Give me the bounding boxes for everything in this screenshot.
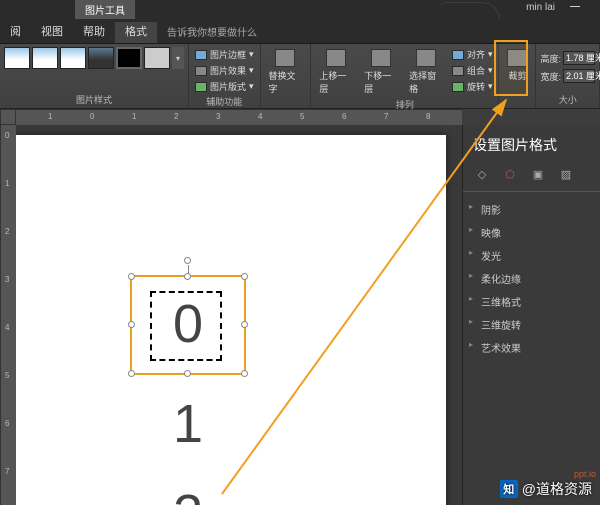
resize-handle-br[interactable] (241, 370, 248, 377)
alt-text-icon (275, 49, 295, 67)
rotate-icon (452, 82, 464, 92)
send-backward-button[interactable]: 下移一层 (360, 47, 401, 97)
title-bar: 图片工具 min lai (0, 0, 600, 22)
rotate-handle[interactable] (184, 257, 191, 264)
zhihu-author: @道格资源 (522, 479, 592, 499)
resize-handle-tl[interactable] (128, 273, 135, 280)
border-icon (195, 50, 207, 60)
tell-me-input[interactable]: 告诉我你想要做什么 (157, 20, 267, 43)
picture-border-button[interactable]: 图片边框 ▾ (193, 47, 256, 62)
bring-forward-button[interactable]: 上移一层 (315, 47, 356, 97)
image-selection[interactable]: 0 (130, 275, 246, 375)
zhihu-watermark: 知 @道格资源 (500, 479, 592, 499)
pane-item[interactable]: 三维格式 (463, 290, 600, 313)
group-alt-text: 替换文字 (261, 44, 312, 108)
group-size: 高度:1.78 厘米 宽度:2.01 厘米 大小 (536, 44, 600, 108)
picture-styles-gallery[interactable]: ▾ (4, 47, 184, 69)
group-label-styles: 图片样式 (4, 92, 184, 107)
pane-section-list: 阴影映像发光柔化边缘三维格式三维旋转艺术效果 (463, 192, 600, 365)
backward-icon (371, 49, 391, 67)
pane-tab-size-icon[interactable]: ▣ (529, 165, 547, 183)
style-thumb-4[interactable] (88, 47, 114, 69)
window-minimize-icon[interactable] (570, 6, 580, 7)
style-thumb-5[interactable] (116, 47, 142, 69)
forward-icon (326, 49, 346, 67)
tab-format[interactable]: 格式 (115, 19, 157, 43)
style-thumb-1[interactable] (4, 47, 30, 69)
pane-tab-effects-icon[interactable]: ⬠ (501, 165, 519, 183)
content-digit-0: 0 (132, 293, 244, 355)
alt-text-button[interactable]: 替换文字 (265, 47, 307, 97)
pane-item[interactable]: 柔化边缘 (463, 267, 600, 290)
group-picture-styles: ▾ 图片样式 (0, 44, 189, 108)
ruler-vertical[interactable]: 01234567 (0, 125, 16, 505)
resize-handle-b[interactable] (184, 370, 191, 377)
ribbon: ▾ 图片样式 图片边框 ▾ 图片效果 ▾ 图片版式 ▾ 辅助功能 替换文字 上移… (0, 44, 600, 109)
resize-handle-tr[interactable] (241, 273, 248, 280)
crop-icon (507, 49, 527, 67)
group-button[interactable]: 组合 ▾ (450, 63, 495, 78)
document-canvas[interactable]: 0 1 2 (16, 125, 462, 505)
group-crop: 裁剪 (499, 44, 536, 108)
ruler-corner (0, 109, 16, 125)
group-label-aux: 辅助功能 (193, 94, 256, 109)
pane-category-tabs: ◇ ⬠ ▣ ▨ (463, 161, 600, 192)
picture-effects-button[interactable]: 图片效果 ▾ (193, 63, 256, 78)
style-thumb-3[interactable] (60, 47, 86, 69)
width-value[interactable]: 2.01 厘米 (563, 69, 595, 83)
height-field[interactable]: 高度:1.78 厘米 (540, 51, 595, 65)
group-style-options: 图片边框 ▾ 图片效果 ▾ 图片版式 ▾ 辅助功能 (189, 44, 261, 108)
crop-button[interactable]: 裁剪 (503, 47, 531, 84)
group-label-size: 大小 (540, 92, 595, 107)
pane-item[interactable]: 三维旋转 (463, 313, 600, 336)
pane-item[interactable]: 艺术效果 (463, 336, 600, 359)
context-tool-label: 图片工具 (75, 0, 135, 19)
align-button[interactable]: 对齐 ▾ (450, 47, 495, 62)
content-digit-2: 2 (130, 483, 246, 505)
layout-icon (195, 82, 207, 92)
tab-read[interactable]: 阅 (0, 19, 31, 43)
ruler-horizontal[interactable]: 210123456789 (16, 109, 462, 125)
resize-handle-bl[interactable] (128, 370, 135, 377)
tab-view[interactable]: 视图 (31, 19, 73, 43)
ribbon-tabs: 阅 视图 帮助 格式 告诉我你想要做什么 (0, 22, 600, 44)
pane-item[interactable]: 映像 (463, 221, 600, 244)
format-picture-pane: 设置图片格式 ◇ ⬠ ▣ ▨ 阴影映像发光柔化边缘三维格式三维旋转艺术效果 (462, 125, 600, 505)
page: 0 1 2 (16, 135, 446, 505)
tab-help[interactable]: 帮助 (73, 19, 115, 43)
site-watermark: ppt.io (574, 469, 596, 479)
decorative-circuit (440, 2, 500, 20)
group-arrange: 上移一层 下移一层 选择窗格 对齐 ▾ 组合 ▾ 旋转 ▾ 排列 (311, 44, 499, 108)
selection-pane-button[interactable]: 选择窗格 (405, 47, 446, 97)
pane-item[interactable]: 阴影 (463, 198, 600, 221)
pane-tab-picture-icon[interactable]: ▨ (557, 165, 575, 183)
rotate-button[interactable]: 旋转 ▾ (450, 79, 495, 94)
styles-more-icon[interactable]: ▾ (172, 47, 184, 69)
style-thumb-6[interactable] (144, 47, 170, 69)
align-icon (452, 50, 464, 60)
resize-handle-t[interactable] (184, 273, 191, 280)
user-name[interactable]: min lai (526, 2, 555, 13)
group-icon (452, 66, 464, 76)
pane-item[interactable]: 发光 (463, 244, 600, 267)
height-value[interactable]: 1.78 厘米 (563, 51, 595, 65)
width-field[interactable]: 宽度:2.01 厘米 (540, 69, 595, 83)
effects-icon (195, 66, 207, 76)
content-digit-1: 1 (130, 393, 246, 455)
pane-tab-fill-icon[interactable]: ◇ (473, 165, 491, 183)
style-thumb-2[interactable] (32, 47, 58, 69)
zhihu-logo-icon: 知 (500, 480, 518, 498)
picture-layout-button[interactable]: 图片版式 ▾ (193, 79, 256, 94)
select-pane-icon (416, 49, 436, 67)
pane-title: 设置图片格式 (463, 125, 600, 161)
